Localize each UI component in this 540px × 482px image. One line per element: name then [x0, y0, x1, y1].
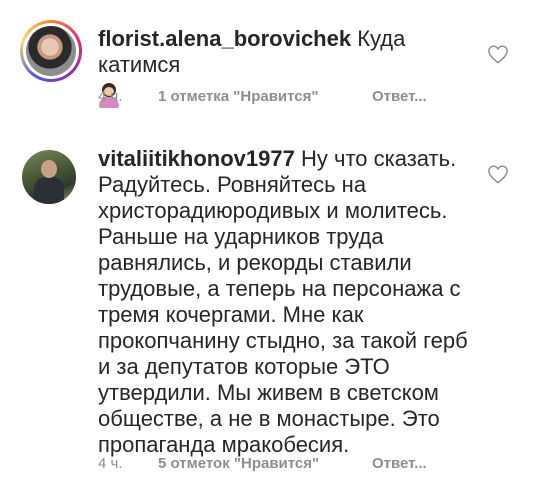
- avatar-with-story-ring[interactable]: [20, 20, 82, 82]
- comment-item: florist.alena_borovichek Куда катимся 4 …: [0, 0, 540, 130]
- reply-button[interactable]: Ответ...: [372, 455, 427, 472]
- comment-body: Ну что сказать. Радуйтесь. Ровняйтесь на…: [98, 146, 468, 457]
- comment-time: 4 ч.: [98, 455, 123, 472]
- heart-outline-icon[interactable]: [487, 164, 509, 184]
- avatar-photo: [26, 26, 76, 76]
- comment-time: 4 ч.: [98, 88, 123, 105]
- avatar[interactable]: [22, 150, 76, 204]
- heart-outline-icon[interactable]: [487, 44, 509, 64]
- comment-text-block: vitaliitikhonov1977 Ну что сказать. Раду…: [98, 146, 478, 458]
- comment-username[interactable]: florist.alena_borovichek: [98, 26, 351, 51]
- comment-username[interactable]: vitaliitikhonov1977: [98, 146, 295, 171]
- comment-item: vitaliitikhonov1977 Ну что сказать. Раду…: [0, 130, 540, 482]
- reply-button[interactable]: Ответ...: [372, 88, 427, 105]
- comment-likes-count[interactable]: 1 отметка "Нравится": [158, 88, 319, 105]
- comment-likes-count[interactable]: 5 отметок "Нравится": [158, 455, 319, 472]
